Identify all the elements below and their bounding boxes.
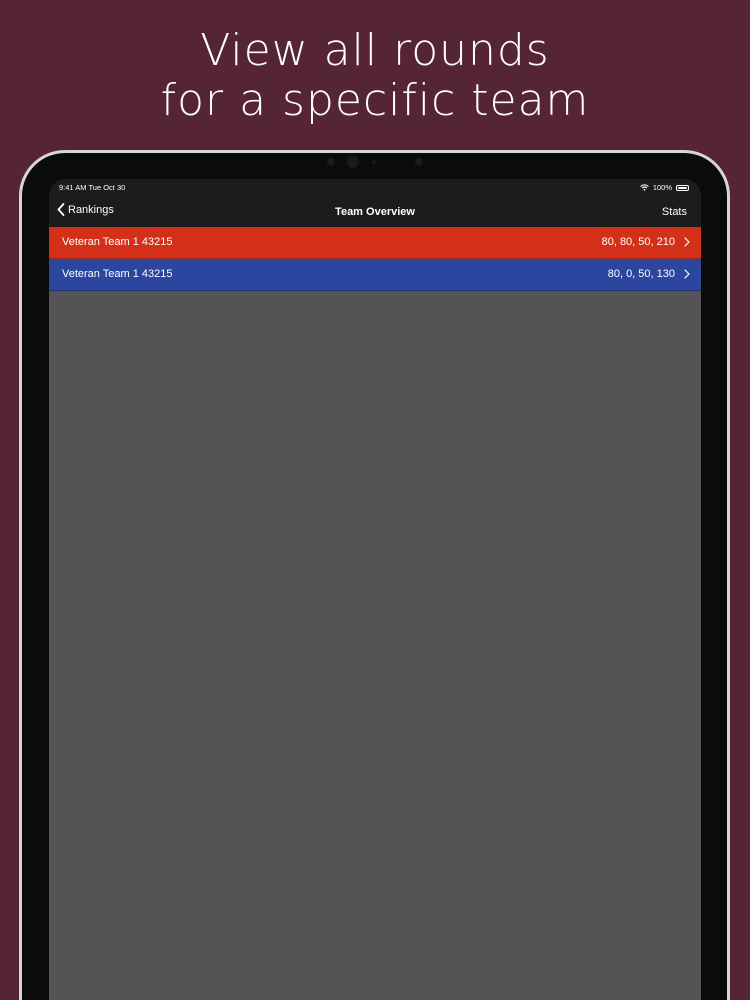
navigation-bar: Rankings Team Overview Stats bbox=[49, 197, 701, 227]
wifi-icon bbox=[639, 184, 649, 191]
chevron-right-icon bbox=[684, 269, 690, 279]
headline-line-1: View all rounds bbox=[200, 25, 550, 76]
chevron-right-icon bbox=[684, 237, 690, 247]
status-indicators: 100% bbox=[639, 183, 689, 192]
headline: View all rounds for a specific team bbox=[0, 26, 750, 126]
sensor-icon bbox=[415, 158, 423, 166]
page-title: Team Overview bbox=[335, 206, 415, 218]
rounds-list: Veteran Team 1 43215 80, 80, 50, 210 Vet… bbox=[49, 227, 701, 291]
headline-line-2: for a specific team bbox=[160, 75, 590, 126]
camera-icon bbox=[347, 156, 359, 168]
sensor-icon bbox=[327, 158, 335, 166]
round-row-blue[interactable]: Veteran Team 1 43215 80, 0, 50, 130 bbox=[49, 259, 701, 291]
round-scores: 80, 80, 50, 210 bbox=[601, 236, 675, 248]
back-button-label: Rankings bbox=[68, 203, 114, 216]
round-row-red[interactable]: Veteran Team 1 43215 80, 80, 50, 210 bbox=[49, 227, 701, 259]
round-team-name: Veteran Team 1 43215 bbox=[62, 268, 173, 280]
status-bar: 9:41 AM Tue Oct 30 100% bbox=[49, 179, 701, 197]
battery-icon bbox=[676, 184, 689, 191]
app-screen: 9:41 AM Tue Oct 30 100% Rankings Team Ov… bbox=[49, 179, 701, 1000]
sensor-icon bbox=[372, 160, 376, 164]
app-store-screenshot: View all rounds for a specific team 9:41… bbox=[0, 0, 750, 1000]
stats-button[interactable]: Stats bbox=[662, 206, 687, 218]
battery-percent: 100% bbox=[652, 183, 672, 192]
back-button[interactable]: Rankings bbox=[57, 203, 114, 216]
status-time: 9:41 AM Tue Oct 30 bbox=[59, 183, 126, 192]
round-scores: 80, 0, 50, 130 bbox=[607, 268, 675, 280]
camera-housing bbox=[325, 156, 425, 168]
round-team-name: Veteran Team 1 43215 bbox=[62, 236, 173, 248]
chevron-left-icon bbox=[57, 203, 65, 216]
